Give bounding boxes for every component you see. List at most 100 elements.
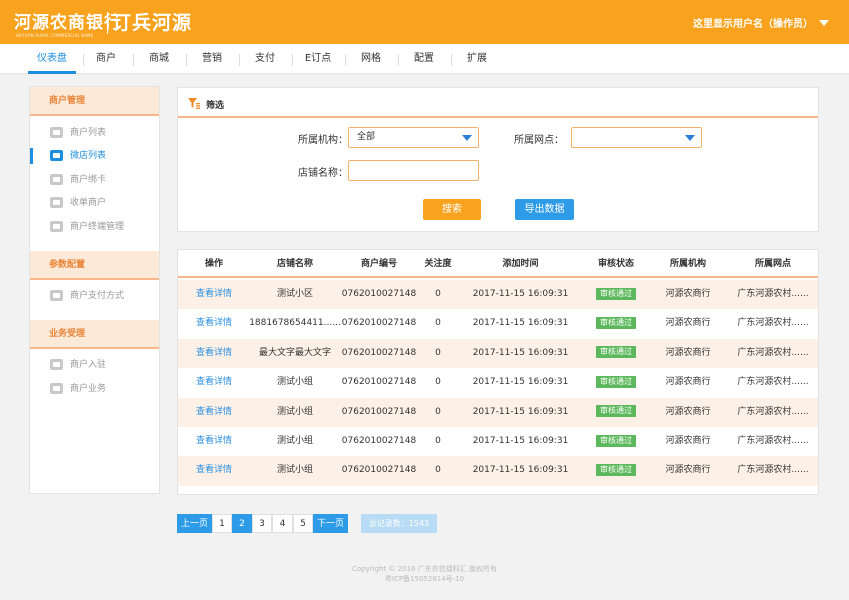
branch-select[interactable] (571, 127, 702, 148)
nav-dashboard[interactable]: 仪表盘 (28, 44, 76, 74)
cell-audit-status: 审核通过 (578, 398, 654, 427)
cell-audit-status: 审核通过 (578, 456, 654, 485)
shop-name-input[interactable] (348, 160, 479, 181)
prev-page-button[interactable]: 上一页 (177, 514, 212, 533)
store-icon (50, 150, 63, 161)
sidebar-item-micro-shop-list[interactable]: 微店列表 (30, 146, 159, 166)
cell-org: 河源农商行 (665, 377, 711, 388)
filter-title: 筛选 (206, 101, 225, 111)
sidebar-item-merchant-list[interactable]: 商户列表 (30, 123, 159, 143)
nav-payment[interactable]: 支付 (244, 44, 286, 74)
page-button[interactable]: 4 (272, 514, 293, 533)
briefcase-icon (50, 383, 63, 394)
search-button[interactable]: 搜索 (423, 199, 481, 220)
sidebar-item-terminal-mgmt[interactable]: 商户终端管理 (30, 217, 159, 237)
cell-org: 河源农商行 (665, 318, 711, 329)
app-name: 订兵河源 (112, 12, 193, 34)
bank-logo-subtitle: HEYUAN RURAL COMMERCIAL BANK (16, 33, 94, 38)
user-name: 这里显示用户名（操作员） (693, 19, 813, 30)
sidebar-item-label: 收单商户 (70, 198, 107, 208)
page-button[interactable]: 5 (293, 514, 313, 533)
cell-audit-status: 审核通过 (578, 280, 654, 309)
shop-name-label: 店铺名称： (298, 168, 348, 179)
export-button[interactable]: 导出数据 (515, 199, 574, 220)
cell-org: 河源农商行 (665, 465, 711, 476)
sidebar-section-business: 业务受理 (30, 320, 159, 349)
nav-divider (292, 54, 293, 66)
cell-audit-status: 审核通过 (578, 339, 654, 368)
sidebar-section-params: 参数配置 (30, 251, 159, 280)
status-badge: 审核通过 (596, 405, 636, 418)
col-audit-status: 审核状态 (597, 259, 634, 269)
table-row: 查看详情 测试小组 0762010027148 0 2017-11-15 16:09:3… (178, 368, 818, 397)
chevron-down-icon (819, 20, 829, 26)
nav-marketing[interactable]: 营销 (191, 44, 233, 74)
table-row: 查看详情 测试小组 0762010027148 0 2017-11-15 16:09:3… (178, 427, 818, 456)
cell-branch: 广东河源农村...... (737, 318, 809, 329)
table-row: 查看详情 测试小组 0762010027148 0 2017-11-15 16:09:3… (178, 397, 818, 427)
col-attention: 关注度 (424, 259, 452, 269)
wallet-icon (50, 290, 63, 301)
cell-branch: 广东河源农村...... (737, 406, 809, 417)
logo-divider (107, 12, 108, 34)
receipt-icon (50, 197, 63, 208)
cell-add-time: 2017-11-15 16:09:31 (472, 318, 569, 329)
link-icon (50, 174, 63, 185)
cell-audit-status: 审核通过 (578, 368, 654, 397)
nav-mall[interactable]: 商城 (138, 44, 180, 74)
nav-grid[interactable]: 网格 (350, 44, 392, 74)
sidebar-section-merchant-mgmt: 商户管理 (30, 87, 159, 116)
footer-copyright: Copyright © 2016 广东农信捷科汇 版权所有 (352, 565, 497, 573)
sidebar-item-merchant-business[interactable]: 商户业务 (30, 379, 159, 399)
col-branch: 所属网点 (754, 259, 791, 269)
cell-attention: 0 (435, 289, 441, 299)
org-select-value: 全部 (357, 132, 376, 142)
nav-divider (239, 54, 240, 66)
nav-divider (133, 54, 134, 66)
nav-extend[interactable]: 扩展 (456, 44, 498, 74)
cell-add-time: 2017-11-15 16:09:31 (472, 406, 569, 417)
sidebar-item-label: 商户业务 (70, 384, 107, 394)
user-menu[interactable]: 这里显示用户名（操作员） (693, 15, 829, 30)
sidebar-item-label: 微店列表 (70, 151, 107, 161)
cell-org: 河源农商行 (665, 289, 711, 299)
cell-attention: 0 (435, 377, 441, 388)
status-badge: 审核通过 (596, 316, 636, 329)
cell-add-time: 2017-11-15 16:09:31 (472, 289, 569, 299)
table-row: 查看详情 1881678654411...... 0762010027148 0 201… (178, 309, 818, 338)
sidebar-item-merchant-onboard[interactable]: 商户入驻 (30, 355, 159, 375)
next-page-button[interactable]: 下一页 (313, 514, 348, 533)
org-select[interactable]: 全部 (348, 127, 479, 148)
total-records: 总记录数：1543 (361, 514, 437, 533)
nav-config[interactable]: 配置 (403, 44, 445, 74)
cell-audit-status: 审核通过 (578, 427, 654, 456)
sidebar-item-acquiring-merchant[interactable]: 收单商户 (30, 193, 159, 213)
cell-attention: 0 (435, 318, 441, 329)
sidebar-item-bind-card[interactable]: 商户绑卡 (30, 170, 159, 190)
sidebar-item-label: 商户入驻 (70, 360, 107, 370)
cell-branch: 广东河源农村...... (737, 465, 809, 476)
filter-panel: 筛选 所属机构： 全部 所属网点： 店铺名称： 搜索 导出数据 (177, 87, 819, 232)
filter-icon (188, 98, 200, 109)
cell-branch: 广东河源农村...... (737, 377, 809, 388)
footer-icp: 粤ICP备15052814号-10 (384, 575, 465, 583)
nav-divider (398, 54, 399, 66)
branch-label: 所属网点： (514, 135, 564, 146)
status-badge: 审核通过 (596, 434, 636, 447)
sidebar-item-label: 商户绑卡 (70, 175, 107, 185)
sidebar: 商户管理 商户列表 微店列表 商户绑卡 收单商户 商户终端管理 参数配置 商户支… (29, 86, 160, 494)
cell-org: 河源农商行 (665, 347, 711, 358)
card-icon (50, 127, 63, 138)
page-button-current[interactable]: 2 (232, 514, 252, 533)
table-row: 查看详情 测试小组 0762010027148 0 2017-11-15 16:09:3… (178, 456, 818, 486)
sidebar-item-payment-methods[interactable]: 商户支付方式 (30, 286, 159, 306)
shop-table: 操作 店铺名称 商户编号 关注度 添加时间 审核状态 所属机构 所属网点 查看详… (177, 249, 819, 495)
cell-attention: 0 (435, 406, 441, 417)
nav-e-order[interactable]: E订点 (297, 44, 339, 74)
page-button[interactable]: 3 (252, 514, 272, 533)
cell-audit-status: 审核通过 (578, 309, 654, 338)
status-badge: 审核通过 (596, 463, 636, 476)
table-row: 查看详情 测试小区 0762010027148 0 2017-11-15 16:09:3… (178, 280, 818, 310)
page-button[interactable]: 1 (212, 514, 232, 533)
nav-merchant[interactable]: 商户 (86, 44, 126, 74)
